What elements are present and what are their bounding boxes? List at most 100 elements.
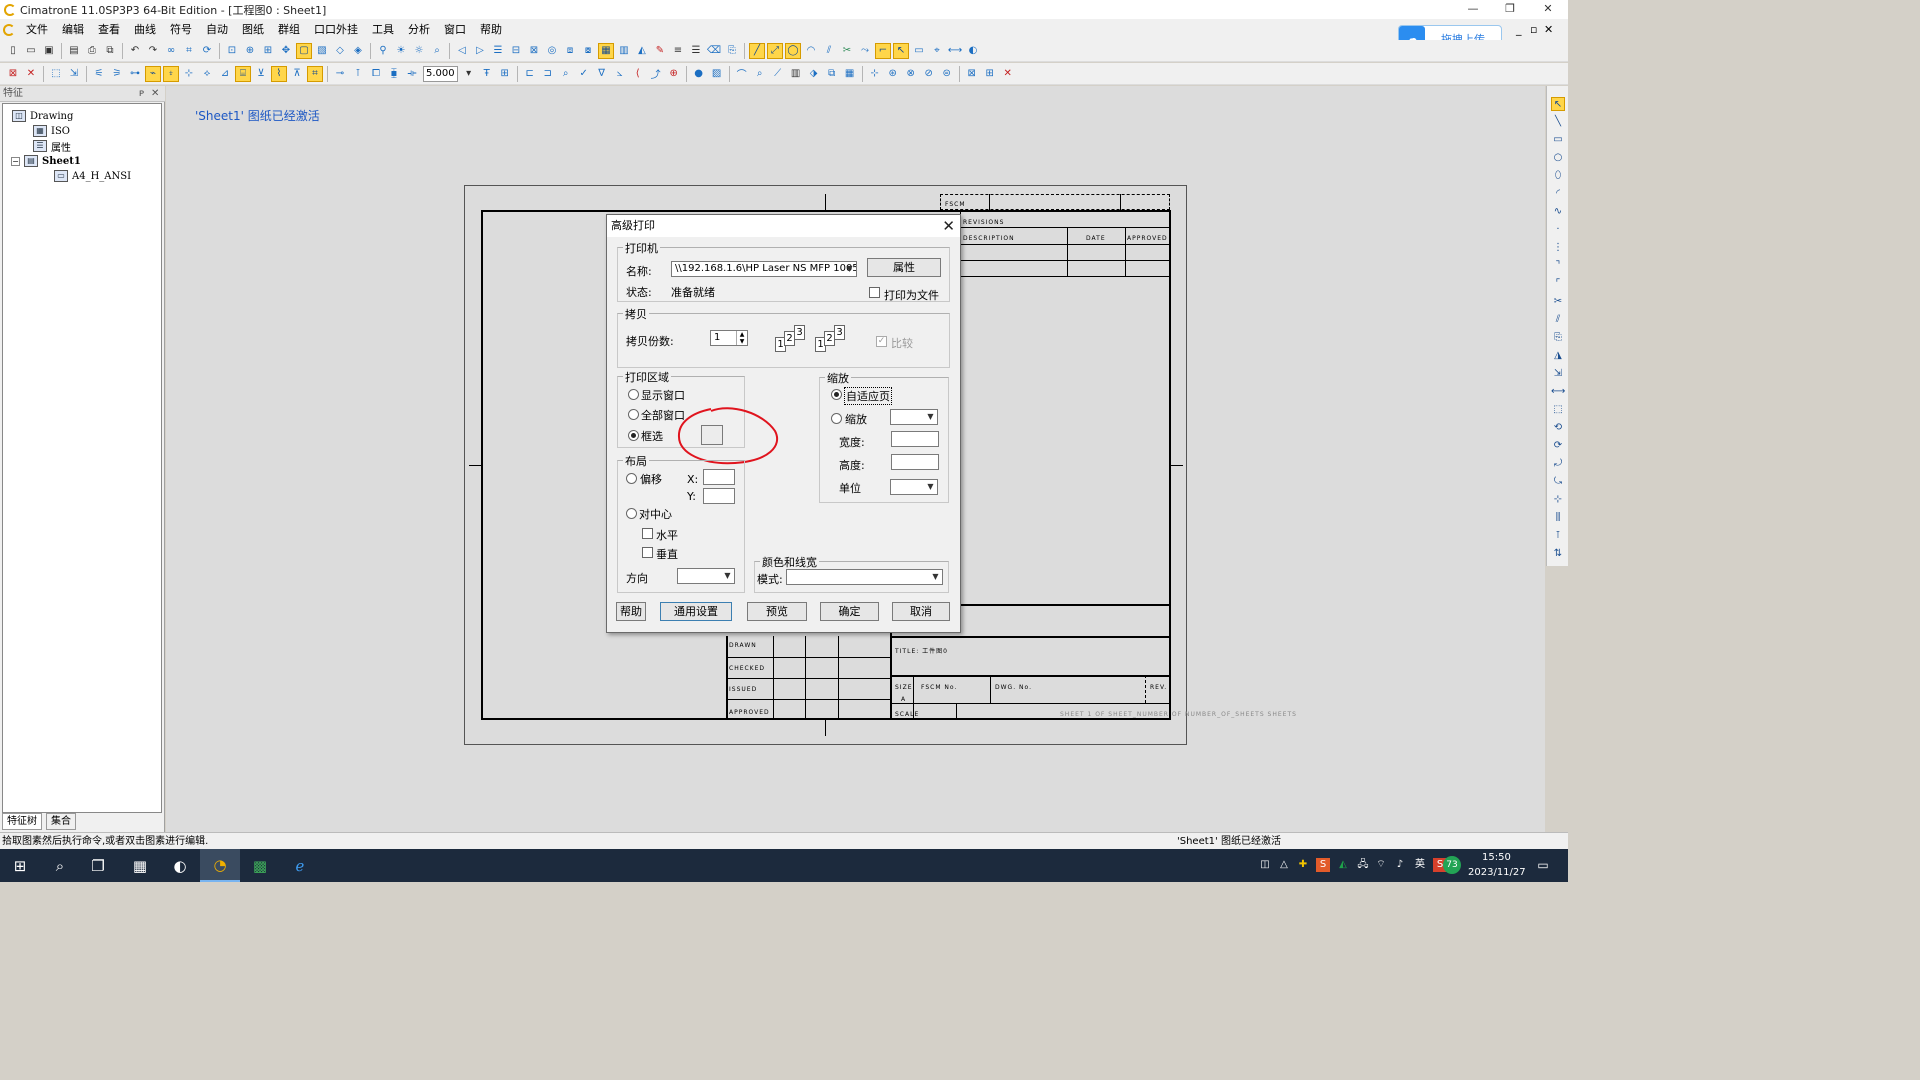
pick-icon[interactable]: ⬚ bbox=[48, 66, 64, 82]
snap-a-icon[interactable]: ⌁ bbox=[145, 65, 161, 82]
close-button[interactable]: ✕ bbox=[1530, 0, 1566, 19]
zoom-window-icon[interactable]: ⊕ bbox=[242, 43, 258, 59]
ie-icon[interactable]: ℯ bbox=[280, 849, 320, 882]
tree-item-sheet1[interactable]: − ▤ Sheet1 bbox=[11, 154, 81, 168]
tray-nvidia-icon[interactable]: ◭ bbox=[1336, 858, 1350, 872]
menu-symbol[interactable]: 符号 bbox=[163, 19, 199, 40]
snap-h-icon[interactable]: ⌇ bbox=[271, 65, 287, 82]
light-on-icon[interactable]: ☼ bbox=[411, 43, 427, 59]
rectangle-icon[interactable]: ▭ bbox=[1551, 133, 1565, 147]
start-icon[interactable]: ⊞ bbox=[0, 849, 40, 882]
tree-item-drawing[interactable]: ◫ Drawing bbox=[12, 109, 73, 123]
search-icon[interactable]: ⌕ bbox=[40, 849, 80, 882]
help-button[interactable]: 帮助 bbox=[616, 602, 646, 621]
copy-right-icon[interactable]: ⎘ bbox=[1551, 331, 1565, 345]
transform-c-icon[interactable]: ⤾ bbox=[1551, 457, 1565, 471]
ellipse-icon[interactable]: ⬯ bbox=[1551, 169, 1565, 183]
mdi-minimize-button[interactable]: _ bbox=[1516, 19, 1522, 40]
dim-a-icon[interactable]: ⊸ bbox=[332, 66, 348, 82]
tree-item-properties[interactable]: ☰ 属性 bbox=[33, 139, 71, 154]
dim-b-icon[interactable]: ⊺ bbox=[350, 66, 366, 82]
move-view-icon[interactable]: ⧉ bbox=[824, 66, 840, 82]
back-icon[interactable]: ◁ bbox=[454, 43, 470, 59]
transform-d-icon[interactable]: ⤿ bbox=[1551, 475, 1565, 489]
undo-icon[interactable]: ↶ bbox=[127, 43, 143, 59]
unit-select[interactable]: ▼ bbox=[890, 479, 938, 495]
spinner-arrows-icon[interactable]: ▲ ▼ bbox=[736, 331, 747, 345]
axis-a-icon[interactable]: ⊹ bbox=[867, 66, 883, 82]
snap-b-icon[interactable]: ⍖ bbox=[163, 65, 179, 82]
tray-wifi-icon[interactable]: ⌔ bbox=[1374, 858, 1388, 872]
zoom-dropdown-icon[interactable]: ▾ bbox=[461, 66, 477, 82]
vertical-checkbox[interactable] bbox=[642, 547, 653, 558]
pan-icon[interactable]: ✥ bbox=[278, 43, 294, 59]
fit-page-radio[interactable] bbox=[831, 389, 842, 400]
scale-icon[interactable]: ⇅ bbox=[1551, 547, 1565, 561]
preview-button[interactable]: 预览 bbox=[747, 602, 807, 621]
move-icon[interactable]: ⇲ bbox=[1551, 367, 1565, 381]
clock-date[interactable]: 2023/11/27 bbox=[1468, 867, 1526, 878]
link-icon[interactable]: ∞ bbox=[163, 43, 179, 59]
center-radio[interactable] bbox=[626, 508, 637, 519]
tab-feature-tree[interactable]: 特征树 bbox=[2, 813, 42, 830]
trim-icon[interactable]: ✂ bbox=[839, 43, 855, 59]
split-icon[interactable]: ▥ bbox=[788, 66, 804, 82]
filter-icon[interactable]: ⚲ bbox=[375, 43, 391, 59]
snap-i-icon[interactable]: ⊼ bbox=[289, 66, 305, 82]
print-area-all-radio[interactable] bbox=[628, 409, 639, 420]
arc-icon[interactable]: ◜ bbox=[1551, 187, 1565, 201]
select-icon[interactable]: ↖ bbox=[1551, 97, 1565, 111]
redo-icon[interactable]: ↷ bbox=[145, 43, 161, 59]
dim-c-icon[interactable]: ⧠ bbox=[368, 66, 384, 82]
dim-e-icon[interactable]: ⟛ bbox=[404, 66, 420, 82]
dim-d-icon[interactable]: ⧯ bbox=[386, 66, 402, 82]
ok-button[interactable]: 确定 bbox=[820, 602, 879, 621]
regenerate-icon[interactable]: ⟳ bbox=[199, 43, 215, 59]
grid-icon[interactable]: ▦ bbox=[598, 42, 614, 59]
frame-icon[interactable]: ▭ bbox=[911, 43, 927, 59]
block-icon[interactable]: ⬚ bbox=[1551, 403, 1565, 417]
plot-icon[interactable]: ⧉ bbox=[102, 43, 118, 59]
horizontal-checkbox[interactable] bbox=[642, 528, 653, 539]
menu-plugin[interactable]: 口口外挂 bbox=[307, 19, 365, 40]
section-icon[interactable]: ⟋ bbox=[770, 66, 786, 82]
corner-icon[interactable]: ⌐ bbox=[875, 42, 891, 59]
spline-icon[interactable]: ∿ bbox=[1551, 205, 1565, 219]
cancel-button[interactable]: 取消 bbox=[892, 602, 950, 621]
dialog-close-button[interactable]: ✕ bbox=[942, 215, 955, 237]
snap-e-icon[interactable]: ⊿ bbox=[217, 66, 233, 82]
explode-icon[interactable]: ⊹ bbox=[1551, 493, 1565, 507]
extend-icon[interactable]: ⤳ bbox=[857, 43, 873, 59]
excel-icon[interactable]: ▩ bbox=[240, 849, 280, 882]
line-weight-icon[interactable]: ☰ bbox=[688, 43, 704, 59]
table-tool-icon[interactable]: ⊞ bbox=[497, 66, 513, 82]
layers-icon[interactable]: ☰ bbox=[490, 43, 506, 59]
view-grid-icon[interactable]: ▦ bbox=[842, 66, 858, 82]
menu-edit[interactable]: 编辑 bbox=[55, 19, 91, 40]
view-shade-icon[interactable]: ◈ bbox=[350, 43, 366, 59]
tool-extra-icon[interactable]: ◐ bbox=[965, 43, 981, 59]
symbol-b-icon[interactable]: ⊞ bbox=[982, 66, 998, 82]
balloon-icon[interactable]: ⊐ bbox=[540, 66, 556, 82]
menu-window[interactable]: 窗口 bbox=[437, 19, 473, 40]
tray-ime-label[interactable]: 英 bbox=[1413, 858, 1427, 872]
light-icon[interactable]: ☀ bbox=[393, 43, 409, 59]
menu-view[interactable]: 查看 bbox=[91, 19, 127, 40]
grid-snap-icon[interactable]: ⌗ bbox=[181, 43, 197, 59]
filter-b-icon[interactable]: ⚞ bbox=[109, 66, 125, 82]
attach-icon[interactable]: ⧇ bbox=[580, 43, 596, 59]
copy-icon[interactable]: ⎘ bbox=[724, 43, 740, 59]
dimension-icon[interactable]: ⟷ bbox=[1551, 385, 1565, 399]
menu-help[interactable]: 帮助 bbox=[473, 19, 509, 40]
direction-select[interactable]: ▼ bbox=[677, 568, 735, 584]
circle-icon[interactable]: ○ bbox=[1551, 151, 1565, 165]
axis-b-icon[interactable]: ⊛ bbox=[885, 66, 901, 82]
delete-icon[interactable]: ✕ bbox=[23, 66, 39, 82]
print-preview-icon[interactable]: ▤ bbox=[66, 43, 82, 59]
tray-monitor-icon[interactable]: 🖧 bbox=[1356, 858, 1370, 872]
view-front-icon[interactable]: ▧ bbox=[314, 43, 330, 59]
scale-select[interactable]: ▼ bbox=[890, 409, 938, 425]
notification-icon[interactable]: ▭ bbox=[1536, 858, 1550, 872]
general-settings-button[interactable]: 通用设置 bbox=[660, 602, 732, 621]
scale-radio[interactable] bbox=[831, 413, 842, 424]
